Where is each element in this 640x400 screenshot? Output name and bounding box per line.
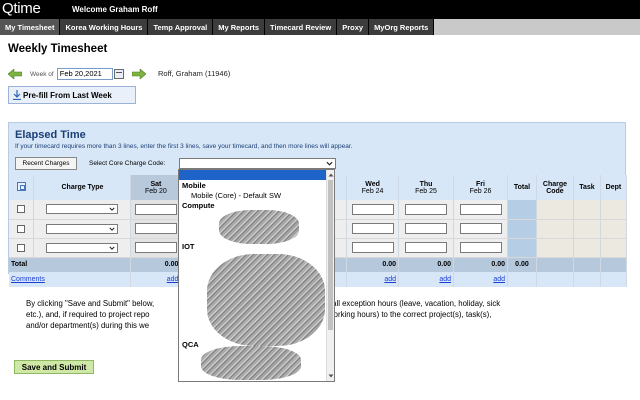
row-total-cell [507, 219, 537, 239]
nav-proxy[interactable]: Proxy [337, 19, 370, 35]
nav-my-reports[interactable]: My Reports [213, 19, 266, 35]
scroll-down-icon[interactable] [328, 373, 334, 379]
fri-header: Fri Feb 26 [453, 175, 508, 200]
chevron-down-icon [109, 246, 116, 250]
fri-add-comment-link[interactable]: add [493, 276, 505, 283]
redacted-options [201, 346, 301, 380]
grand-total: 0.00 [507, 257, 537, 272]
top-bar: Qtime Welcome Graham Roff [0, 0, 640, 19]
total-label: Total [9, 257, 132, 272]
core-charge-code-select[interactable] [179, 158, 336, 169]
employee-name: Roff, Graham (11946) [158, 69, 231, 78]
week-selector: Week of Feb 20,2021 [8, 67, 146, 81]
dept-cell [600, 219, 628, 239]
charge-type-header: Charge Type [33, 175, 132, 200]
dropdown-scrollbar[interactable] [326, 170, 334, 381]
dropdown-group-mobile: Mobile [182, 181, 206, 190]
row-checkbox[interactable] [17, 205, 26, 214]
save-and-submit-button[interactable]: Save and Submit [14, 360, 94, 374]
wed-header: Wed Feb 24 [346, 175, 400, 200]
charge-code-cell [536, 219, 574, 239]
dropdown-option-mobile-core[interactable]: Mobile (Core) - Default SW [191, 191, 281, 200]
comments-link[interactable]: Comments [11, 276, 45, 283]
wed-total: 0.00 [346, 257, 400, 272]
row-total-cell [507, 200, 537, 220]
fri-hours-input[interactable] [459, 242, 502, 253]
wed-hours-input[interactable] [351, 223, 394, 234]
nav-myorg-reports[interactable]: MyOrg Reports [369, 19, 435, 35]
sat-total: 0.00 [130, 257, 182, 272]
thu-hours-input[interactable] [405, 242, 448, 253]
wed-hours-input[interactable] [351, 203, 394, 215]
prefill-label: Pre-fill From Last Week [23, 90, 112, 100]
app-logo: Qtime [2, 0, 41, 17]
wed-hours-input[interactable] [351, 242, 394, 253]
dept-cell [600, 238, 628, 258]
page-title: Weekly Timesheet [8, 43, 108, 55]
dropdown-highlighted-option[interactable] [179, 170, 327, 180]
task-cell [573, 200, 601, 220]
chevron-down-icon [326, 161, 333, 166]
charge-code-cell [536, 238, 574, 258]
charge-code-cell [536, 200, 574, 220]
row-checkbox[interactable] [17, 243, 26, 252]
select-all-icon[interactable] [16, 182, 26, 191]
task-cell [573, 219, 601, 239]
thu-total: 0.00 [398, 257, 455, 272]
task-cell [573, 238, 601, 258]
nav-filler [434, 19, 640, 35]
charge-type-select[interactable] [46, 223, 119, 234]
sat-hours-input[interactable] [134, 223, 177, 234]
elapsed-time-title: Elapsed Time [15, 129, 86, 141]
dept-header: Dept [600, 175, 628, 200]
dropdown-group-iot: IOT [182, 242, 195, 251]
fri-hours-input[interactable] [459, 203, 502, 215]
recent-charges-button[interactable]: Recent Charges [15, 157, 77, 170]
calendar-icon[interactable] [113, 69, 124, 79]
task-header: Task [573, 175, 601, 200]
scrollbar-thumb[interactable] [328, 180, 333, 330]
nav-my-timesheet[interactable]: My Timesheet [0, 19, 61, 35]
week-of-label: Week of [30, 70, 54, 78]
dropdown-group-compute: Compute [182, 201, 215, 210]
week-date-input[interactable]: Feb 20,2021 [56, 68, 113, 80]
prefill-last-week-button[interactable]: Pre-fill From Last Week [8, 86, 136, 104]
total-header: Total [507, 175, 537, 200]
dropdown-group-qca: QCA [182, 340, 199, 349]
redacted-options [207, 254, 325, 346]
charge-type-select[interactable] [46, 242, 119, 253]
charge-type-select[interactable] [46, 204, 119, 215]
elapsed-time-note: If your timecard requires more than 3 li… [15, 143, 353, 150]
previous-week-arrow-icon[interactable] [8, 69, 22, 79]
chevron-down-icon [109, 227, 116, 231]
wed-add-comment-link[interactable]: add [384, 276, 396, 283]
select-all-header[interactable] [9, 175, 35, 200]
nav-temp-approval[interactable]: Temp Approval [148, 19, 214, 35]
sat-add-comment-link[interactable]: add [167, 276, 179, 283]
row-total-cell [507, 238, 537, 258]
chevron-down-icon [109, 207, 116, 212]
row-checkbox[interactable] [17, 224, 26, 233]
fri-hours-input[interactable] [459, 223, 502, 234]
thu-add-comment-link[interactable]: add [439, 276, 451, 283]
charge-code-header: Charge Code [536, 175, 574, 200]
nav-korea-working-hours[interactable]: Korea Working Hours [60, 19, 149, 35]
scroll-up-icon[interactable] [328, 172, 334, 178]
thu-header: Thu Feb 25 [398, 175, 455, 200]
next-week-arrow-icon[interactable] [131, 69, 146, 79]
main-nav: My Timesheet Korea Working Hours Temp Ap… [0, 19, 640, 35]
thu-hours-input[interactable] [405, 223, 448, 234]
thu-hours-input[interactable] [405, 203, 448, 215]
core-charge-code-label: Select Core Charge Code: [89, 160, 166, 167]
welcome-text: Welcome Graham Roff [72, 5, 158, 14]
nav-timecard-review[interactable]: Timecard Review [265, 19, 338, 35]
sat-hours-input[interactable] [134, 242, 177, 253]
sat-hours-input[interactable] [134, 203, 177, 215]
sat-header: Sat Feb 20 [130, 175, 182, 200]
dept-cell [600, 200, 628, 220]
download-arrow-icon [13, 90, 21, 100]
redacted-options [219, 210, 299, 244]
core-charge-code-dropdown-list[interactable]: Mobile Mobile (Core) - Default SW Comput… [178, 169, 335, 382]
fri-total: 0.00 [453, 257, 508, 272]
